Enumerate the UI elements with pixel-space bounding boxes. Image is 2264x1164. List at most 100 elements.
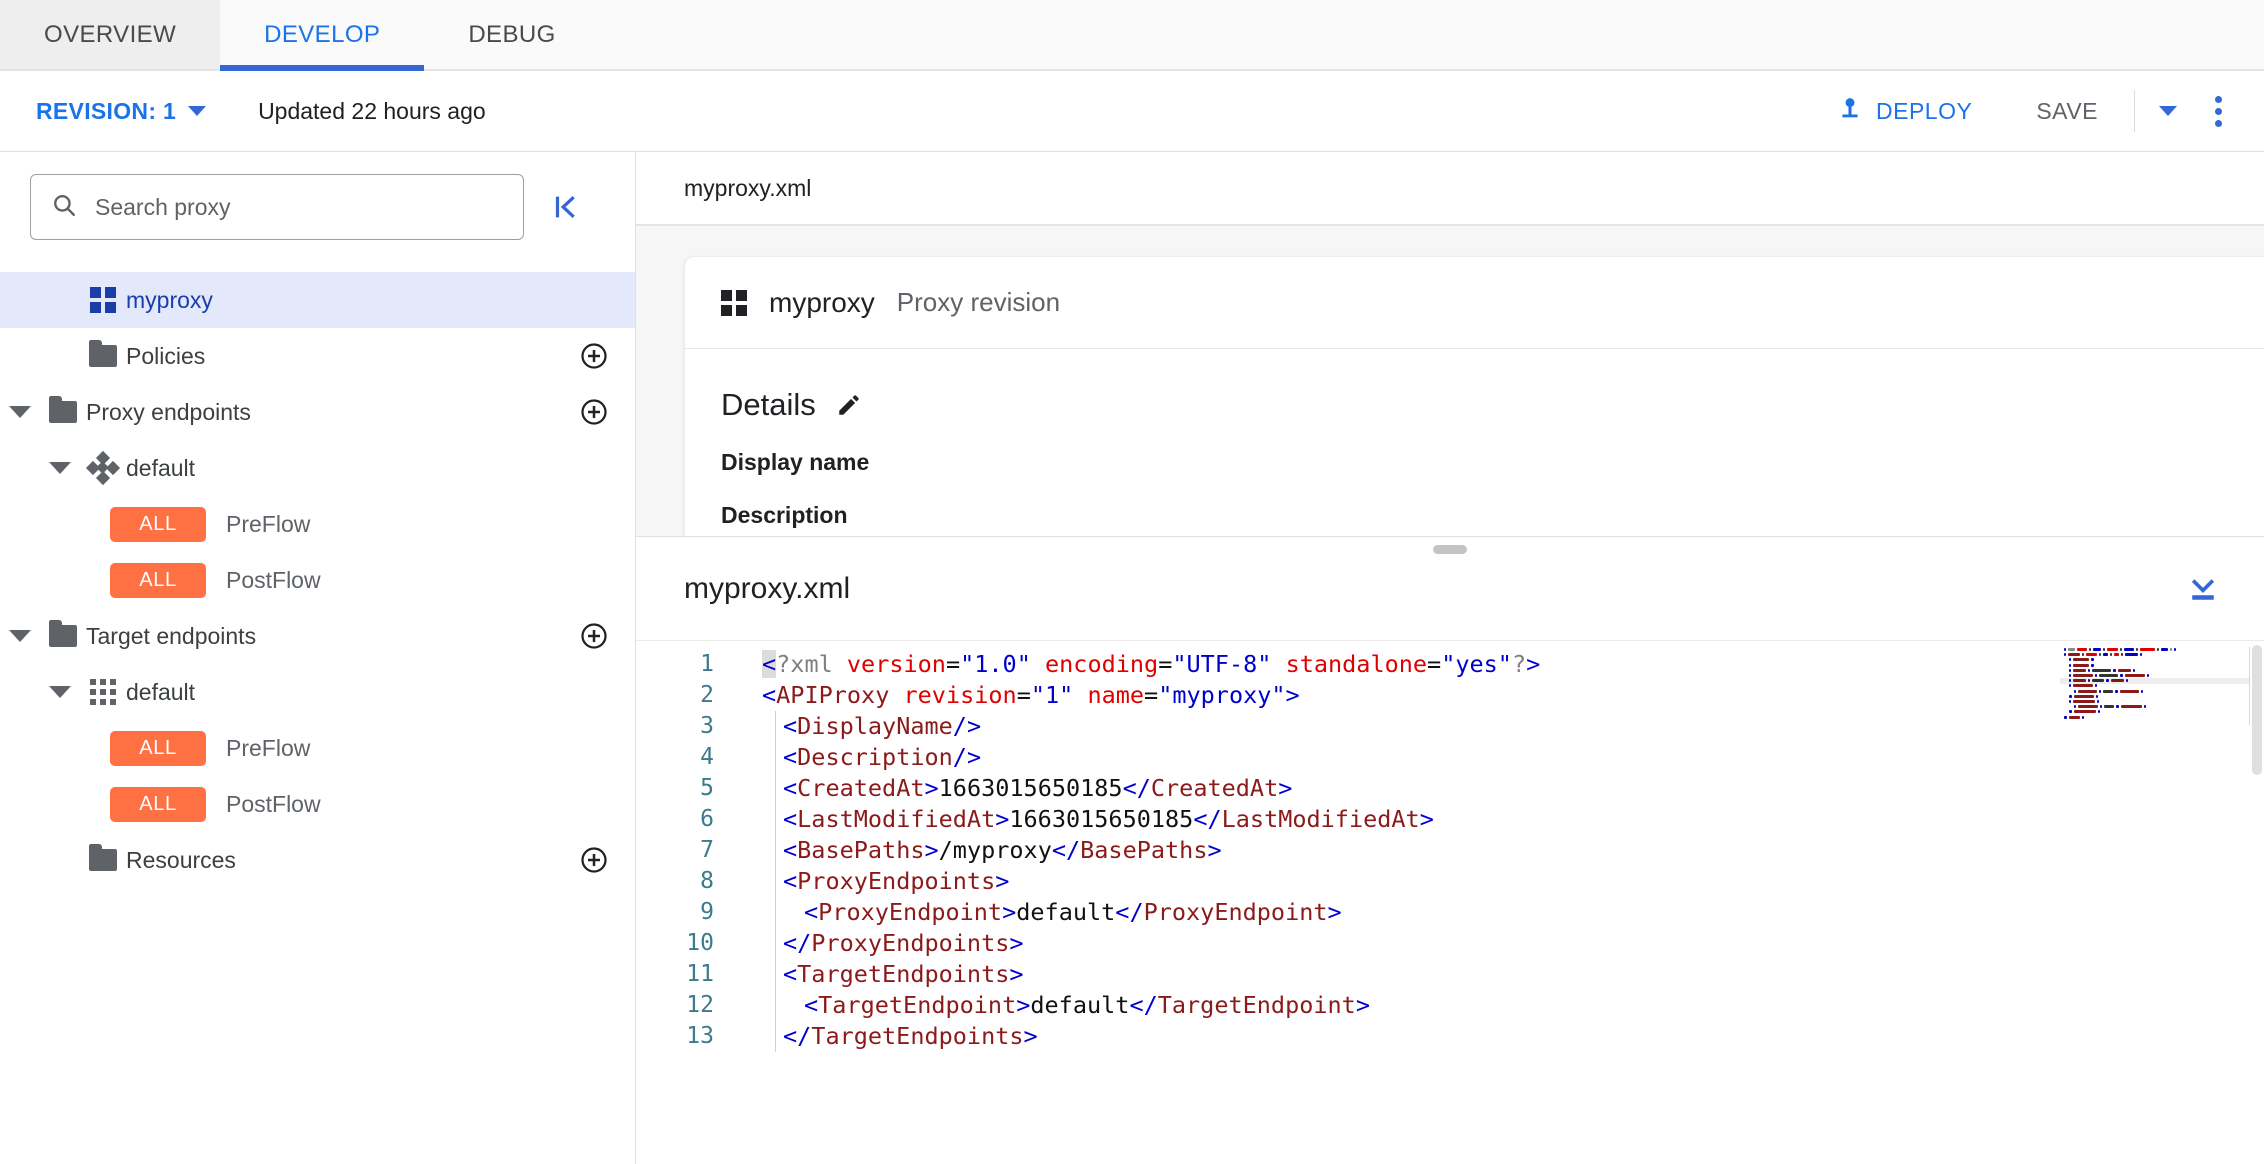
add-icon[interactable]	[579, 845, 609, 875]
minimap-token	[2121, 653, 2124, 657]
minimap-token	[2078, 705, 2099, 709]
editor-resize-handle[interactable]	[1433, 545, 1467, 554]
chevron-down-icon	[2159, 106, 2177, 116]
minimap-token	[2100, 705, 2103, 709]
minimap-token	[2093, 648, 2101, 652]
code-line[interactable]: <CreatedAt>1663015650185</CreatedAt>	[762, 773, 2264, 804]
line-number: 9	[700, 899, 714, 925]
add-icon[interactable]	[579, 341, 609, 371]
save-button[interactable]: SAVE	[2010, 88, 2124, 135]
add-icon[interactable]	[579, 397, 609, 427]
code-token: TargetEndpoint	[1157, 991, 1356, 1019]
tree-item-proxy-endpoints[interactable]: Proxy endpoints	[0, 384, 635, 440]
tree-item-default[interactable]: default	[0, 664, 635, 720]
scrollbar-thumb[interactable]	[2252, 645, 2262, 775]
code-token: <	[783, 867, 798, 895]
edit-pencil-icon[interactable]	[836, 392, 862, 418]
diamond-cluster-icon	[80, 450, 126, 486]
chevron-down-icon[interactable]	[0, 406, 40, 418]
updated-timestamp: Updated 22 hours ago	[258, 97, 486, 124]
folder-icon	[80, 340, 126, 367]
revision-selector[interactable]: REVISION: 1	[36, 97, 207, 125]
tree-item-postflow[interactable]: ALL PostFlow	[0, 552, 635, 608]
details-heading-row: Details	[721, 387, 2264, 423]
tree-item-default[interactable]: default	[0, 440, 635, 496]
tab-debug[interactable]: DEBUG	[424, 0, 599, 69]
code-token: >	[924, 774, 939, 802]
code-line[interactable]: <?xml version="1.0" encoding="UTF-8" sta…	[762, 649, 2264, 680]
code-line[interactable]: <ProxyEndpoint>default</ProxyEndpoint>	[762, 897, 2264, 928]
search-proxy-box[interactable]	[30, 174, 524, 240]
file-tab-myproxy-xml[interactable]: myproxy.xml	[684, 175, 811, 202]
code-line[interactable]: </ProxyEndpoints>	[762, 928, 2264, 959]
card-subtitle: Proxy revision	[896, 287, 1061, 317]
code-line[interactable]: <Description/>	[762, 742, 2264, 773]
tab-overview[interactable]: OVERVIEW	[0, 0, 221, 69]
chevron-down-icon[interactable]	[40, 686, 80, 698]
chevron-down-icon[interactable]	[40, 462, 80, 474]
minimap-slider[interactable]	[2060, 678, 2249, 684]
code-token: ProxyEndpoint	[1143, 898, 1328, 926]
code-token: >	[1023, 1022, 1038, 1050]
tree-item-postflow[interactable]: ALL PostFlow	[0, 776, 635, 832]
code-token: <	[783, 960, 798, 988]
folder-icon	[40, 396, 86, 423]
minimap-token	[2074, 689, 2076, 693]
code-token: <	[762, 681, 777, 709]
indent-guide	[775, 711, 776, 742]
add-icon[interactable]	[579, 621, 609, 651]
minimap-token	[2098, 689, 2101, 693]
code-line[interactable]: </TargetEndpoints>	[762, 1021, 2264, 1052]
code-token: =	[1144, 681, 1159, 709]
minimap-token	[2119, 689, 2139, 693]
code-content[interactable]: <?xml version="1.0" encoding="UTF-8" sta…	[736, 641, 2264, 1164]
minimap-token	[2099, 653, 2102, 657]
chevron-down-icon[interactable]	[0, 630, 40, 642]
code-token: >	[1207, 836, 1222, 864]
tree-item-preflow[interactable]: ALL PreFlow	[0, 720, 635, 776]
tree-item-policies[interactable]: Policies	[0, 328, 635, 384]
code-line[interactable]: <DisplayName/>	[762, 711, 2264, 742]
collapse-editor-button[interactable]	[2186, 572, 2220, 606]
tab-develop[interactable]: DEVELOP	[220, 0, 425, 71]
code-token: </	[1115, 898, 1144, 926]
description-label: Description	[721, 502, 848, 528]
search-input[interactable]	[93, 192, 503, 222]
code-line[interactable]: <APIProxy revision="1" name="myproxy">	[762, 680, 2264, 711]
more-options-button[interactable]	[2193, 86, 2236, 137]
toolbar-divider	[2134, 90, 2135, 132]
code-line[interactable]: <ProxyEndpoints>	[762, 866, 2264, 897]
code-line[interactable]: <BasePaths>/myproxy</BasePaths>	[762, 835, 2264, 866]
editor-vertical-scrollbar[interactable]	[2250, 641, 2264, 1164]
code-token: standalone	[1285, 650, 1428, 678]
minimap-token	[2073, 699, 2095, 703]
minimap-token	[2069, 710, 2072, 714]
minimap-line	[2060, 714, 2249, 719]
code-token: <	[762, 650, 777, 678]
tree-item-label: PreFlow	[226, 734, 311, 761]
tree-item-myproxy[interactable]: myproxy	[0, 272, 635, 328]
collapse-sidebar-button[interactable]	[524, 192, 608, 222]
tree-item-target-endpoints[interactable]: Target endpoints	[0, 608, 635, 664]
code-line[interactable]: <TargetEndpoints>	[762, 959, 2264, 990]
minimap-token	[2077, 648, 2088, 652]
minimap-token	[2097, 710, 2100, 714]
code-area: 1 2 3 4 5 6 7 8 9 10 11 12 13 <?xml version="1.0" en…	[636, 641, 2264, 1164]
code-token: name	[1087, 681, 1145, 709]
code-token: Description	[797, 743, 953, 771]
code-token: >	[1285, 681, 1300, 709]
save-options-dropdown[interactable]	[2143, 96, 2193, 126]
revision-label: REVISION: 1	[36, 97, 177, 124]
code-token: CreatedAt	[797, 774, 925, 802]
line-number-gutter: 1 2 3 4 5 6 7 8 9 10 11 12 13	[636, 641, 736, 1164]
tree-item-preflow[interactable]: ALL PreFlow	[0, 496, 635, 552]
code-token: TargetEndpoint	[818, 991, 1017, 1019]
flow-type-badge: ALL	[110, 562, 206, 598]
tree-item-resources[interactable]: Resources	[0, 832, 635, 888]
code-minimap[interactable]	[2060, 647, 2250, 725]
code-line[interactable]: <TargetEndpoint>default</TargetEndpoint>	[762, 990, 2264, 1021]
minimap-token	[2073, 684, 2094, 688]
tree-item-label: Resources	[126, 846, 236, 873]
code-line[interactable]: <LastModifiedAt>1663015650185</LastModif…	[762, 804, 2264, 835]
deploy-button[interactable]: DEPLOY	[1821, 84, 1988, 138]
